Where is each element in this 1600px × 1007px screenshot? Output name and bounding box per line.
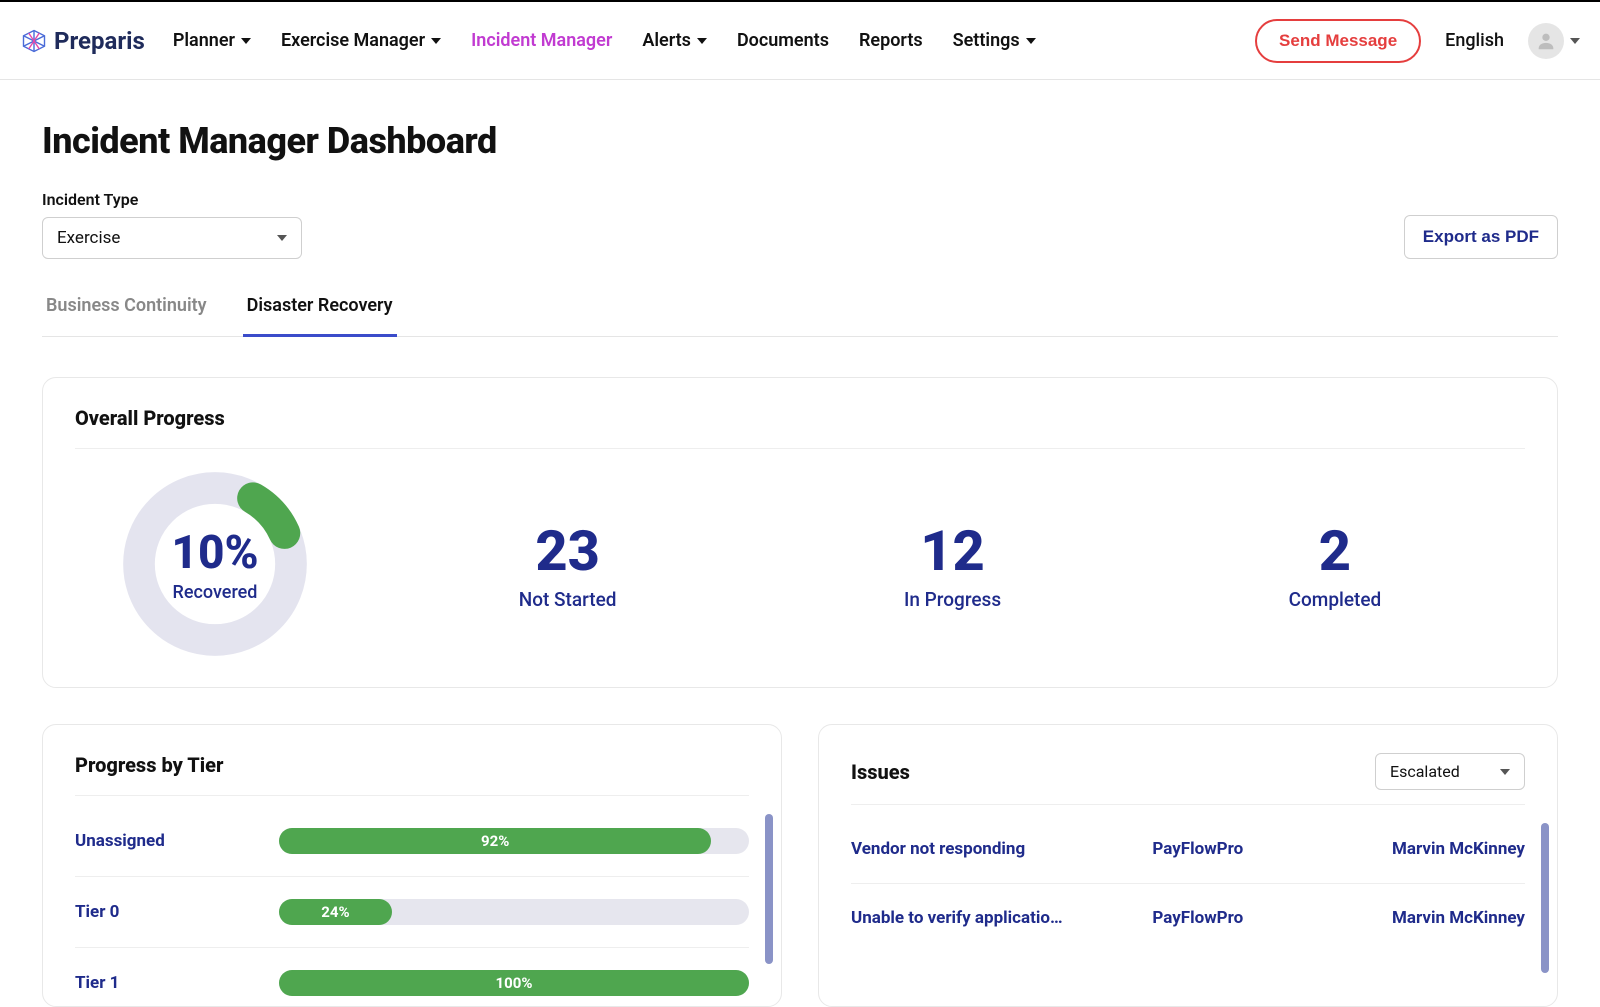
chevron-down-icon xyxy=(1500,769,1510,775)
chevron-down-icon xyxy=(431,38,441,44)
nav-label: Incident Manager xyxy=(471,30,612,51)
stat-in-progress: 12 In Progress xyxy=(904,518,1001,611)
main-content: Incident Manager Dashboard Incident Type… xyxy=(0,80,1600,1007)
tier-name[interactable]: Unassigned xyxy=(75,831,255,851)
top-bar: Preparis Planner Exercise Manager Incide… xyxy=(0,2,1600,80)
language-selector[interactable]: English xyxy=(1445,30,1504,51)
recovered-label: Recovered xyxy=(173,582,258,603)
overall-stats: 23 Not Started 12 In Progress 2 Complete… xyxy=(335,518,1525,611)
issue-app: PayFlowPro xyxy=(1152,839,1311,859)
nav-label: Planner xyxy=(173,30,235,51)
logo-icon xyxy=(20,27,48,55)
tier-bar-fill: 92% xyxy=(279,828,711,854)
nav-label: Exercise Manager xyxy=(281,30,425,51)
issue-row[interactable]: Vendor not responding PayFlowPro Marvin … xyxy=(851,815,1525,884)
progress-by-tier-card: Progress by Tier Unassigned 92% Tier 0 xyxy=(42,724,782,1007)
chevron-down-icon xyxy=(277,235,287,241)
incident-type-label: Incident Type xyxy=(42,190,302,209)
card-title: Issues xyxy=(851,760,910,784)
stat-not-started: 23 Not Started xyxy=(519,518,617,611)
nav-exercise-manager[interactable]: Exercise Manager xyxy=(281,30,441,51)
overall-progress-card: Overall Progress 10% Recovered 23 xyxy=(42,377,1558,688)
issues-filter-select[interactable]: Escalated xyxy=(1375,753,1525,790)
tier-bar: 92% xyxy=(279,828,749,854)
tab-business-continuity[interactable]: Business Continuity xyxy=(42,285,211,337)
tier-pct: 24% xyxy=(321,903,349,921)
card-title: Progress by Tier xyxy=(75,753,749,796)
chevron-down-icon xyxy=(1570,38,1580,44)
tier-name[interactable]: Tier 1 xyxy=(75,973,255,993)
tier-pct: 92% xyxy=(481,832,509,850)
tier-scroll[interactable]: Unassigned 92% Tier 0 24% xyxy=(75,806,749,1006)
nav-settings[interactable]: Settings xyxy=(953,30,1036,51)
chevron-down-icon xyxy=(241,38,251,44)
issue-app: PayFlowPro xyxy=(1152,908,1311,928)
stat-label: Not Started xyxy=(519,588,617,611)
stat-value: 2 xyxy=(1289,518,1382,584)
main-nav: Planner Exercise Manager Incident Manage… xyxy=(173,30,1036,51)
tier-name[interactable]: Tier 0 xyxy=(75,902,255,922)
nav-documents[interactable]: Documents xyxy=(737,30,829,51)
nav-label: Documents xyxy=(737,30,829,51)
nav-label: Alerts xyxy=(642,30,691,51)
tier-list: Unassigned 92% Tier 0 24% xyxy=(75,796,749,1006)
tier-bar-fill: 100% xyxy=(279,970,749,996)
nav-alerts[interactable]: Alerts xyxy=(642,30,707,51)
issue-owner: Marvin McKinney xyxy=(1327,839,1525,859)
stat-value: 23 xyxy=(519,518,617,584)
export-pdf-button[interactable]: Export as PDF xyxy=(1404,215,1558,259)
dashboard-tabs: Business Continuity Disaster Recovery xyxy=(42,285,1558,337)
nav-planner[interactable]: Planner xyxy=(173,30,251,51)
tab-disaster-recovery[interactable]: Disaster Recovery xyxy=(243,285,397,337)
incident-type-filter: Incident Type Exercise xyxy=(42,190,302,259)
stat-label: In Progress xyxy=(904,588,1001,611)
tier-pct: 100% xyxy=(496,974,533,992)
scrollbar[interactable] xyxy=(765,814,773,964)
nav-reports[interactable]: Reports xyxy=(859,30,923,51)
card-title: Overall Progress xyxy=(75,406,1525,449)
issue-title: Vendor not responding xyxy=(851,839,1136,859)
incident-type-select[interactable]: Exercise xyxy=(42,217,302,259)
select-value: Exercise xyxy=(57,228,120,248)
issue-title: Unable to verify applicatio… xyxy=(851,908,1136,928)
page-title: Incident Manager Dashboard xyxy=(42,120,1558,162)
issue-owner: Marvin McKinney xyxy=(1327,908,1525,928)
issues-scroll[interactable]: Vendor not responding PayFlowPro Marvin … xyxy=(851,815,1525,952)
issues-card: Issues Escalated Vendor not responding P… xyxy=(818,724,1558,1007)
stat-value: 12 xyxy=(904,518,1001,584)
tier-bar-fill: 24% xyxy=(279,899,392,925)
scrollbar[interactable] xyxy=(1541,823,1549,973)
tier-bar: 100% xyxy=(279,970,749,996)
select-value: Escalated xyxy=(1390,762,1460,781)
recovered-donut: 10% Recovered xyxy=(95,469,335,659)
issue-row[interactable]: Unable to verify applicatio… PayFlowPro … xyxy=(851,884,1525,952)
brand-name: Preparis xyxy=(54,27,145,55)
nav-label: Reports xyxy=(859,30,923,51)
chevron-down-icon xyxy=(697,38,707,44)
tier-row: Tier 0 24% xyxy=(75,877,749,948)
filter-row: Incident Type Exercise Export as PDF xyxy=(42,190,1558,259)
stat-completed: 2 Completed xyxy=(1289,518,1382,611)
lower-row: Progress by Tier Unassigned 92% Tier 0 xyxy=(42,724,1558,1007)
chevron-down-icon xyxy=(1026,38,1036,44)
brand-logo[interactable]: Preparis xyxy=(20,27,145,55)
top-bar-right: Send Message English xyxy=(1255,19,1580,63)
nav-incident-manager[interactable]: Incident Manager xyxy=(471,30,612,51)
tier-row: Unassigned 92% xyxy=(75,806,749,877)
tier-row: Tier 1 100% xyxy=(75,948,749,1006)
tier-bar: 24% xyxy=(279,899,749,925)
stat-label: Completed xyxy=(1289,588,1382,611)
send-message-button[interactable]: Send Message xyxy=(1255,19,1421,63)
avatar-icon xyxy=(1528,23,1564,59)
nav-label: Settings xyxy=(953,30,1020,51)
user-menu[interactable] xyxy=(1528,23,1580,59)
issues-list: Vendor not responding PayFlowPro Marvin … xyxy=(851,805,1525,952)
recovered-percent: 10% xyxy=(171,526,258,580)
